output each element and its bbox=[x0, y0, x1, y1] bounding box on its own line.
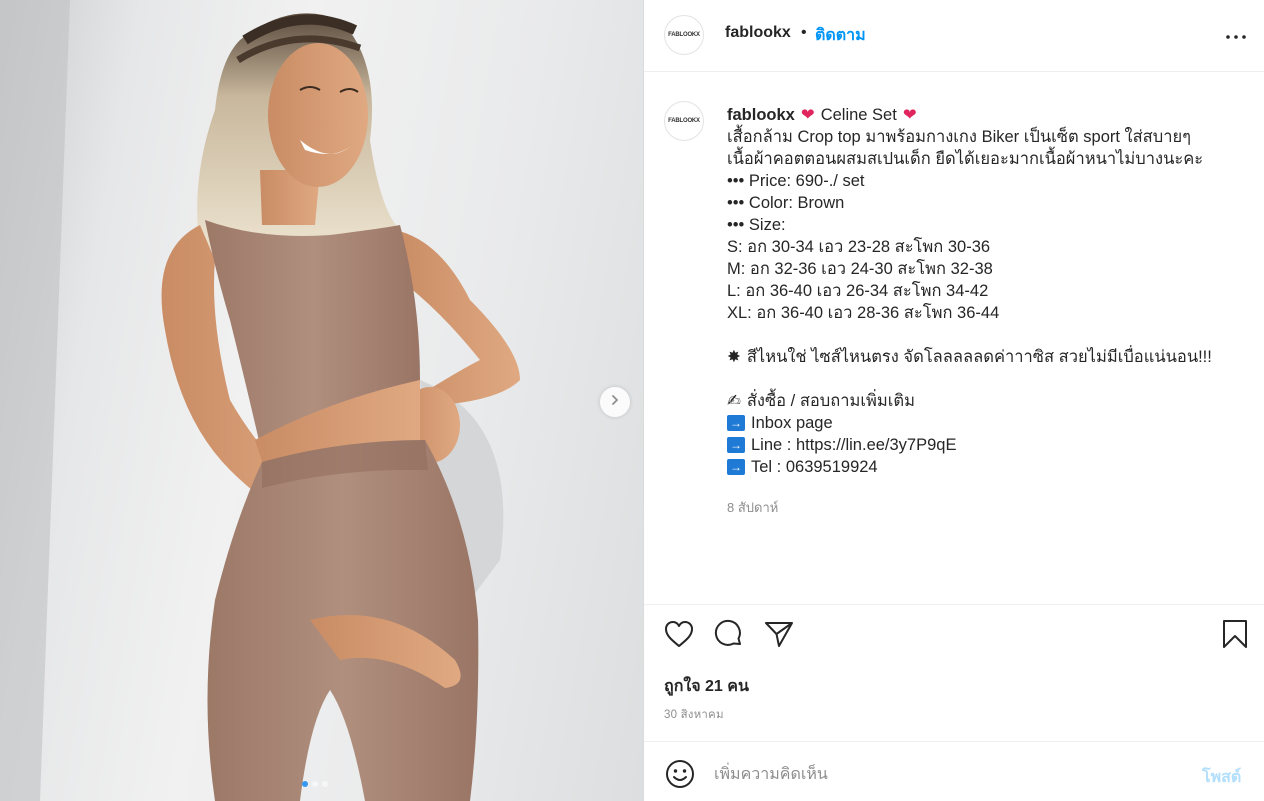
avatar-logo-text: FABLOOKX bbox=[668, 118, 700, 124]
like-button[interactable] bbox=[663, 620, 695, 652]
contact-tel: Tel : 0639519924 bbox=[751, 458, 878, 476]
heart-icon bbox=[664, 620, 694, 653]
caption-line: XL: อก 36-40 เอว 28-36 สะโพก 36-44 bbox=[727, 304, 1000, 322]
heart-emoji-icon: ❤ bbox=[800, 105, 815, 124]
carousel-dot bbox=[312, 781, 318, 787]
caption-highlight-line: ✸ สีไหนใช่ ไซส์ไหนตรง จัดโลลลลลดค่าาาซิส… bbox=[727, 346, 1247, 368]
caption-line: ••• Color: Brown bbox=[727, 194, 845, 212]
more-options-button[interactable] bbox=[1222, 26, 1250, 44]
caption-contact-line: → Line : https://lin.ee/3y7P9qE bbox=[727, 434, 1247, 456]
arrow-right-emoji-icon: → bbox=[727, 415, 745, 431]
emoji-picker-button[interactable] bbox=[664, 759, 696, 794]
comment-icon bbox=[714, 619, 744, 654]
comment-button[interactable] bbox=[713, 619, 745, 654]
caption-line: เสื้อกล้าม Crop top มาพร้อมกางเกง Biker … bbox=[727, 128, 1192, 146]
avatar-logo-text: FABLOOKX bbox=[668, 32, 700, 38]
carousel-dot bbox=[302, 781, 308, 787]
carousel-dot bbox=[322, 781, 328, 787]
post-date[interactable]: 30 สิงหาคม bbox=[664, 706, 724, 724]
heart-emoji-icon: ❤ bbox=[902, 105, 917, 124]
contact-line-link[interactable]: Line : https://lin.ee/3y7P9qE bbox=[751, 434, 956, 456]
carousel-indicator bbox=[302, 781, 328, 787]
comment-input[interactable] bbox=[714, 762, 1164, 788]
post-caption: fablookx ❤ Celine Set ❤ เสื้อกล้าม Crop … bbox=[727, 104, 1247, 478]
post-header: FABLOOKX fablookx • ติดตาม bbox=[644, 0, 1264, 72]
handshake-emoji-icon: ✍ bbox=[727, 391, 741, 410]
actions-divider bbox=[644, 604, 1264, 605]
arrow-right-emoji-icon: → bbox=[727, 437, 745, 453]
caption-line: L: อก 36-40 เอว 26-34 สะโพก 34-42 bbox=[727, 282, 989, 300]
caption-title-line: fablookx ❤ Celine Set ❤ bbox=[727, 104, 1247, 126]
caption-line: M: อก 32-36 เอว 24-30 สะโพก 32-38 bbox=[727, 260, 993, 278]
more-options-icon bbox=[1226, 26, 1246, 44]
caption-username[interactable]: fablookx bbox=[727, 104, 795, 126]
avatar[interactable]: FABLOOKX bbox=[664, 15, 704, 55]
post-photo[interactable] bbox=[0, 0, 643, 801]
caption-line: ••• Size: bbox=[727, 216, 786, 234]
caption-title: Celine Set bbox=[820, 106, 897, 124]
follow-button[interactable]: ติดตาม bbox=[815, 23, 866, 48]
likes-count[interactable]: ถูกใจ 21 คน bbox=[664, 674, 749, 699]
caption-contact-line: → Tel : 0639519924 bbox=[727, 456, 1247, 478]
share-button[interactable] bbox=[763, 620, 795, 652]
caption-timestamp[interactable]: 8 สัปดาห์ bbox=[727, 497, 778, 518]
caption-avatar[interactable]: FABLOOKX bbox=[664, 101, 704, 141]
bookmark-icon bbox=[1222, 619, 1248, 654]
contact-inbox: Inbox page bbox=[751, 414, 833, 432]
username-link[interactable]: fablookx bbox=[725, 24, 791, 42]
next-photo-button[interactable] bbox=[600, 387, 630, 417]
save-button[interactable] bbox=[1219, 619, 1251, 654]
model-photo-illustration bbox=[0, 0, 520, 801]
caption-line: ••• Price: 690-./ set bbox=[727, 172, 865, 190]
share-icon bbox=[764, 620, 794, 653]
caption-line: S: อก 30-34 เอว 23-28 สะโพก 30-36 bbox=[727, 238, 991, 256]
caption-contact-line: → Inbox page bbox=[727, 412, 1247, 434]
arrow-right-emoji-icon: → bbox=[727, 459, 745, 475]
caption-order-label: สั่งซื้อ / สอบถามเพิ่มเติม bbox=[746, 392, 916, 410]
comment-divider bbox=[644, 741, 1264, 742]
caption-order-line: ✍ สั่งซื้อ / สอบถามเพิ่มเติม bbox=[727, 390, 1247, 412]
smile-icon bbox=[665, 759, 695, 794]
post-comment-button[interactable]: โพสต์ bbox=[1202, 765, 1241, 790]
post-details-panel: FABLOOKX fablookx • ติดตาม FABLOOKX fabl… bbox=[644, 0, 1264, 801]
sparkle-emoji-icon: ✸ bbox=[727, 347, 741, 366]
caption-line: เนื้อผ้าคอตตอนผสมสเปนเด็ก ยืดได้เยอะมากเ… bbox=[727, 150, 1204, 168]
chevron-right-icon bbox=[609, 393, 621, 411]
caption-highlight: สีไหนใช่ ไซส์ไหนตรง จัดโลลลลลดค่าาาซิส ส… bbox=[746, 348, 1212, 366]
separator-dot: • bbox=[801, 24, 807, 41]
